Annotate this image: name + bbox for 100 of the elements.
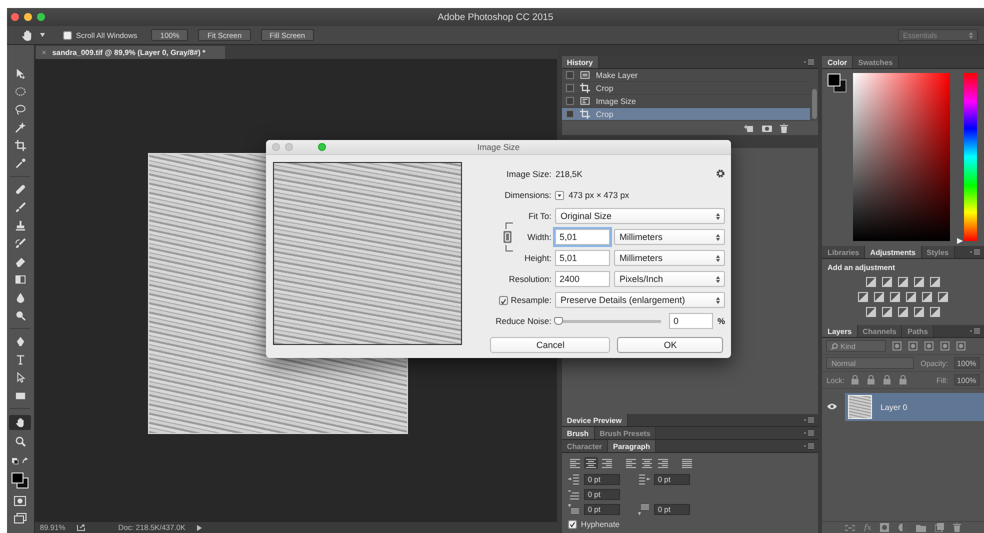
dodge-icon (14, 310, 26, 321)
unit-dropdown[interactable]: Pixels/Inch (614, 271, 725, 287)
folder-icon (916, 524, 926, 532)
adjustment-icon (938, 292, 948, 302)
history-label: Crop (596, 110, 614, 118)
search-icon (831, 342, 838, 350)
history-item[interactable]: Make Layer (562, 69, 810, 82)
alignment-button[interactable] (624, 457, 638, 469)
filter-icon (908, 341, 918, 351)
percent-unit: % (717, 316, 725, 326)
adjustment-icon (882, 277, 892, 287)
layer-row[interactable]: Layer 0 (845, 393, 984, 421)
zoom-button[interactable] (318, 143, 326, 151)
list-icon (580, 70, 590, 80)
indent-left-icon (568, 474, 580, 485)
new-snapshot-icon (744, 124, 754, 132)
layer-thumbnail (848, 395, 872, 419)
field-label: Dimensions: (504, 190, 552, 200)
play-icon (197, 524, 202, 530)
history-label: Crop (596, 84, 614, 92)
link-icon (845, 524, 855, 530)
alignment-button[interactable] (640, 457, 654, 469)
unit-dropdown[interactable]: Millimeters (614, 250, 725, 266)
alignment-button[interactable] (600, 457, 614, 469)
history-brush-icon (14, 238, 26, 249)
noise-field[interactable]: 0 (669, 313, 714, 329)
first-line-icon (568, 489, 580, 500)
history-label: Make Layer (596, 70, 638, 80)
alignment-button[interactable] (680, 457, 694, 469)
swap-colors-icon (11, 457, 30, 465)
trash-icon (953, 523, 962, 532)
hand-icon (21, 28, 34, 42)
field-label: Height: (524, 253, 552, 263)
hue-slider-thumb[interactable] (957, 238, 964, 244)
align-left-icon (568, 458, 581, 468)
filter-icon (892, 341, 902, 351)
resample-dropdown[interactable]: Preserve Details (enlargement) (555, 292, 725, 308)
alignment-button[interactable] (568, 457, 582, 469)
ellipse-marquee-icon (14, 86, 26, 97)
close-button[interactable] (11, 13, 19, 21)
history-label: Image Size (596, 96, 636, 106)
adjustment-icon (866, 277, 876, 287)
gradient-icon (14, 274, 26, 285)
checkbox[interactable] (63, 30, 72, 40)
crop-icon (580, 109, 590, 119)
stamp-icon (14, 220, 26, 231)
updown-icon (716, 234, 720, 240)
hand-icon (14, 417, 26, 428)
panel-menu-icon (970, 249, 980, 255)
move-icon (14, 68, 26, 79)
align-justify-right-icon (656, 458, 669, 468)
image-size-icon (580, 96, 590, 106)
field-label: Fit To: (527, 211, 552, 221)
align-justify-left-icon (624, 458, 637, 468)
eyedropper-icon (14, 158, 26, 169)
zoom-icon (14, 436, 26, 447)
scrollbar[interactable] (812, 89, 818, 119)
gear-icon (716, 168, 725, 178)
lock-option-icon (882, 375, 892, 385)
updown-icon (969, 32, 973, 38)
panel-menu-icon (804, 59, 814, 65)
rectangle-icon (14, 390, 26, 401)
fit-to-dropdown[interactable]: Original Size (555, 208, 725, 224)
zoom-button[interactable] (37, 13, 45, 21)
indent-right-icon (638, 474, 650, 485)
adjustment-icon (898, 277, 908, 287)
adjustment-icon (914, 307, 924, 317)
height-field[interactable]: 5,01 (555, 250, 610, 266)
color-swatches-icon (11, 472, 30, 489)
updown-icon (716, 212, 720, 220)
panel-menu-icon (804, 443, 814, 449)
history-item[interactable]: Crop (562, 82, 810, 95)
screen-mode-icon (14, 513, 27, 524)
type-icon (14, 354, 26, 365)
ok-button[interactable]: OK (617, 337, 724, 353)
lasso-icon (14, 104, 26, 115)
minimize-button[interactable] (24, 13, 32, 21)
checkbox[interactable] (568, 520, 577, 529)
checkbox[interactable] (498, 296, 508, 304)
adjustment-icon (858, 292, 868, 302)
width-field[interactable]: 5,01 (555, 229, 610, 245)
window-title: Adobe Photoshop CC 2015 (436, 12, 554, 22)
crop-icon (580, 83, 590, 93)
panel-menu-icon (804, 430, 814, 436)
tool-button[interactable] (9, 415, 32, 430)
caret-icon (40, 33, 45, 37)
alignment-button[interactable] (584, 457, 598, 469)
alignment-button[interactable] (656, 457, 670, 469)
unit-dropdown[interactable]: Millimeters (614, 229, 725, 245)
checkbox-label: Hyphenate (580, 520, 620, 529)
adjustment-icon (866, 307, 876, 317)
field-label: Image Size: (506, 169, 552, 179)
cancel-button[interactable]: Cancel (490, 337, 610, 353)
pointer-icon (14, 372, 26, 383)
camera-icon (762, 124, 772, 132)
color-field[interactable] (853, 73, 950, 241)
adjustment-icon (930, 277, 940, 287)
slider-thumb[interactable] (554, 316, 564, 324)
resolution-field[interactable]: 2400 (555, 271, 610, 287)
panel-menu-icon (804, 417, 814, 423)
